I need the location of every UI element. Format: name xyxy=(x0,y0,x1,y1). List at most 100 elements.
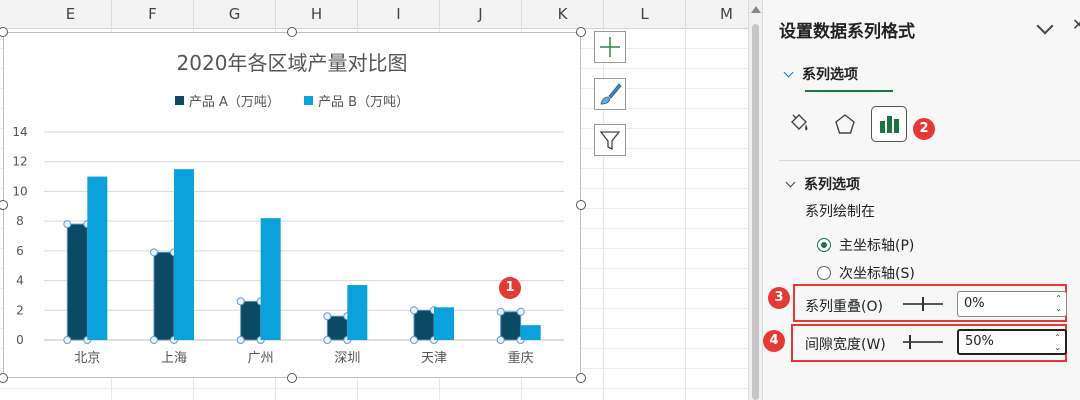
gap-width-label: 间隙宽度(W) xyxy=(805,337,886,353)
resize-handle-bl[interactable] xyxy=(0,373,8,383)
resize-handle-tr[interactable] xyxy=(576,27,586,37)
x-tick-label: 天津 xyxy=(421,351,447,366)
bar-b[interactable] xyxy=(174,169,194,340)
x-tick-label: 深圳 xyxy=(334,351,360,366)
bar-a[interactable] xyxy=(153,251,175,341)
worksheet[interactable]: EFGHIJKLM 2020年各区域产量对比图 产品 A（万吨） 产品 B（万吨… xyxy=(0,0,748,400)
column-header-k[interactable]: K xyxy=(522,0,604,28)
annotation-badge-2: 2 xyxy=(913,118,935,140)
chevron-down-icon xyxy=(785,177,796,188)
selection-handle xyxy=(323,336,332,344)
annotation-badge-4: 4 xyxy=(763,330,785,352)
radio-primary-axis[interactable]: 主坐标轴(P) xyxy=(817,235,914,255)
pentagon-icon xyxy=(835,114,855,134)
chart-filters-button[interactable] xyxy=(594,124,626,156)
y-tick-label: 8 xyxy=(16,214,24,228)
y-tick-label: 2 xyxy=(16,303,24,317)
selection-handle xyxy=(496,336,505,344)
column-header-m[interactable]: M xyxy=(686,0,748,28)
chart-styles-button[interactable] xyxy=(594,78,626,110)
pane-options-chevron-icon[interactable] xyxy=(1036,17,1054,35)
column-header-h[interactable]: H xyxy=(276,0,358,28)
overlap-spinbox[interactable]: 0% ⌃ ⌄ xyxy=(957,291,1067,317)
spin-arrows-icon[interactable]: ⌃ ⌄ xyxy=(1054,333,1061,353)
y-tick-label: 0 xyxy=(16,333,24,347)
annotation-badge-3: 3 xyxy=(768,287,790,309)
x-tick-label: 广州 xyxy=(248,351,274,366)
bar-b[interactable] xyxy=(520,325,541,340)
resize-handle-bm[interactable] xyxy=(287,373,297,383)
fill-line-button[interactable] xyxy=(781,106,817,142)
y-tick-label: 14 xyxy=(12,125,27,139)
x-tick-label: 上海 xyxy=(161,351,187,366)
resize-handle-tm[interactable] xyxy=(287,27,297,37)
gap-width-slider-knob[interactable] xyxy=(909,335,911,349)
pane-divider xyxy=(779,160,1080,161)
chevron-down-icon xyxy=(783,67,794,78)
column-header-f[interactable]: F xyxy=(112,0,194,28)
filter-icon xyxy=(599,131,621,151)
pane-title: 设置数据系列格式 xyxy=(779,22,915,42)
tab-series-options[interactable]: 系列选项 xyxy=(783,64,858,84)
x-tick-label: 北京 xyxy=(74,351,100,366)
tab-active-indicator xyxy=(805,90,893,92)
bar-a[interactable] xyxy=(326,315,348,341)
chart-area[interactable]: 2020年各区域产量对比图 产品 A（万吨） 产品 B（万吨） 0 2 4 6 8 10 1… xyxy=(3,32,581,378)
bar-b[interactable] xyxy=(434,307,454,340)
annotation-badge-1: 1 xyxy=(499,277,521,299)
column-header-e[interactable]: E xyxy=(30,0,112,28)
selection-handle xyxy=(323,312,332,321)
scrollbar-thumb[interactable] xyxy=(752,24,759,400)
tab-label: 系列选项 xyxy=(802,67,858,83)
gridline-horizontal xyxy=(0,388,748,389)
paintbrush-icon xyxy=(600,83,622,105)
y-tick-label: 10 xyxy=(12,184,27,198)
section-title: 系列选项 xyxy=(804,177,860,193)
bar-a[interactable] xyxy=(240,300,262,341)
bar-a[interactable] xyxy=(66,223,88,341)
y-tick-label: 6 xyxy=(16,244,24,258)
gap-width-spinbox[interactable]: 50% ⌃ ⌄ xyxy=(957,329,1067,355)
selection-handle xyxy=(63,336,72,344)
column-header-j[interactable]: J xyxy=(440,0,522,28)
plot-area[interactable]: 0 2 4 6 8 10 12 14 北京 上海 广州 深圳 天津 重庆 xyxy=(4,33,580,377)
bar-b[interactable] xyxy=(87,176,108,340)
column-header-i[interactable]: I xyxy=(358,0,440,28)
overlap-slider-knob[interactable] xyxy=(922,297,924,311)
column-header-g[interactable]: G xyxy=(194,0,276,28)
spin-arrows-icon[interactable]: ⌃ ⌄ xyxy=(1055,294,1062,314)
format-data-series-pane[interactable]: 设置数据系列格式 ✕ 系列选项 2 系列选项 系列绘制在 主坐标轴(P) 次坐标… xyxy=(762,0,1080,400)
fill-bucket-icon xyxy=(791,114,808,131)
radio-secondary-axis[interactable]: 次坐标轴(S) xyxy=(817,263,915,283)
section-series-options[interactable]: 系列选项 xyxy=(785,174,860,194)
chart-elements-button[interactable] xyxy=(594,31,626,63)
resize-handle-br[interactable] xyxy=(576,373,586,383)
selection-handle xyxy=(63,220,72,229)
vertical-scrollbar[interactable] xyxy=(748,0,762,400)
column-header-bar: EFGHIJKLM xyxy=(0,0,748,29)
plot-series-on-label: 系列绘制在 xyxy=(805,204,875,220)
selection-handle xyxy=(150,248,158,257)
resize-handle-mr[interactable] xyxy=(576,200,586,210)
radio-button-checked[interactable] xyxy=(817,238,831,252)
radio-primary-label: 主坐标轴(P) xyxy=(839,238,915,254)
x-tick-label: 重庆 xyxy=(508,350,534,366)
bar-a[interactable] xyxy=(500,311,522,341)
gridline-vertical xyxy=(685,28,686,400)
bar-b[interactable] xyxy=(347,285,368,340)
scroll-up-icon[interactable] xyxy=(751,6,761,13)
y-tick-label: 12 xyxy=(12,155,27,169)
gap-width-value: 50% xyxy=(965,334,994,349)
gap-width-slider[interactable] xyxy=(903,335,943,349)
radio-button-unchecked[interactable] xyxy=(817,266,831,280)
bar-b[interactable] xyxy=(260,218,281,340)
y-tick-label: 4 xyxy=(16,274,24,288)
overlap-label: 系列重叠(O) xyxy=(805,299,883,315)
effects-button[interactable] xyxy=(827,106,863,142)
bar-a[interactable] xyxy=(413,309,435,341)
close-icon[interactable]: ✕ xyxy=(1072,15,1080,34)
selection-handle xyxy=(150,336,158,344)
column-header-l[interactable]: L xyxy=(604,0,686,28)
series-options-button[interactable] xyxy=(871,106,907,142)
overlap-slider[interactable] xyxy=(903,297,943,311)
